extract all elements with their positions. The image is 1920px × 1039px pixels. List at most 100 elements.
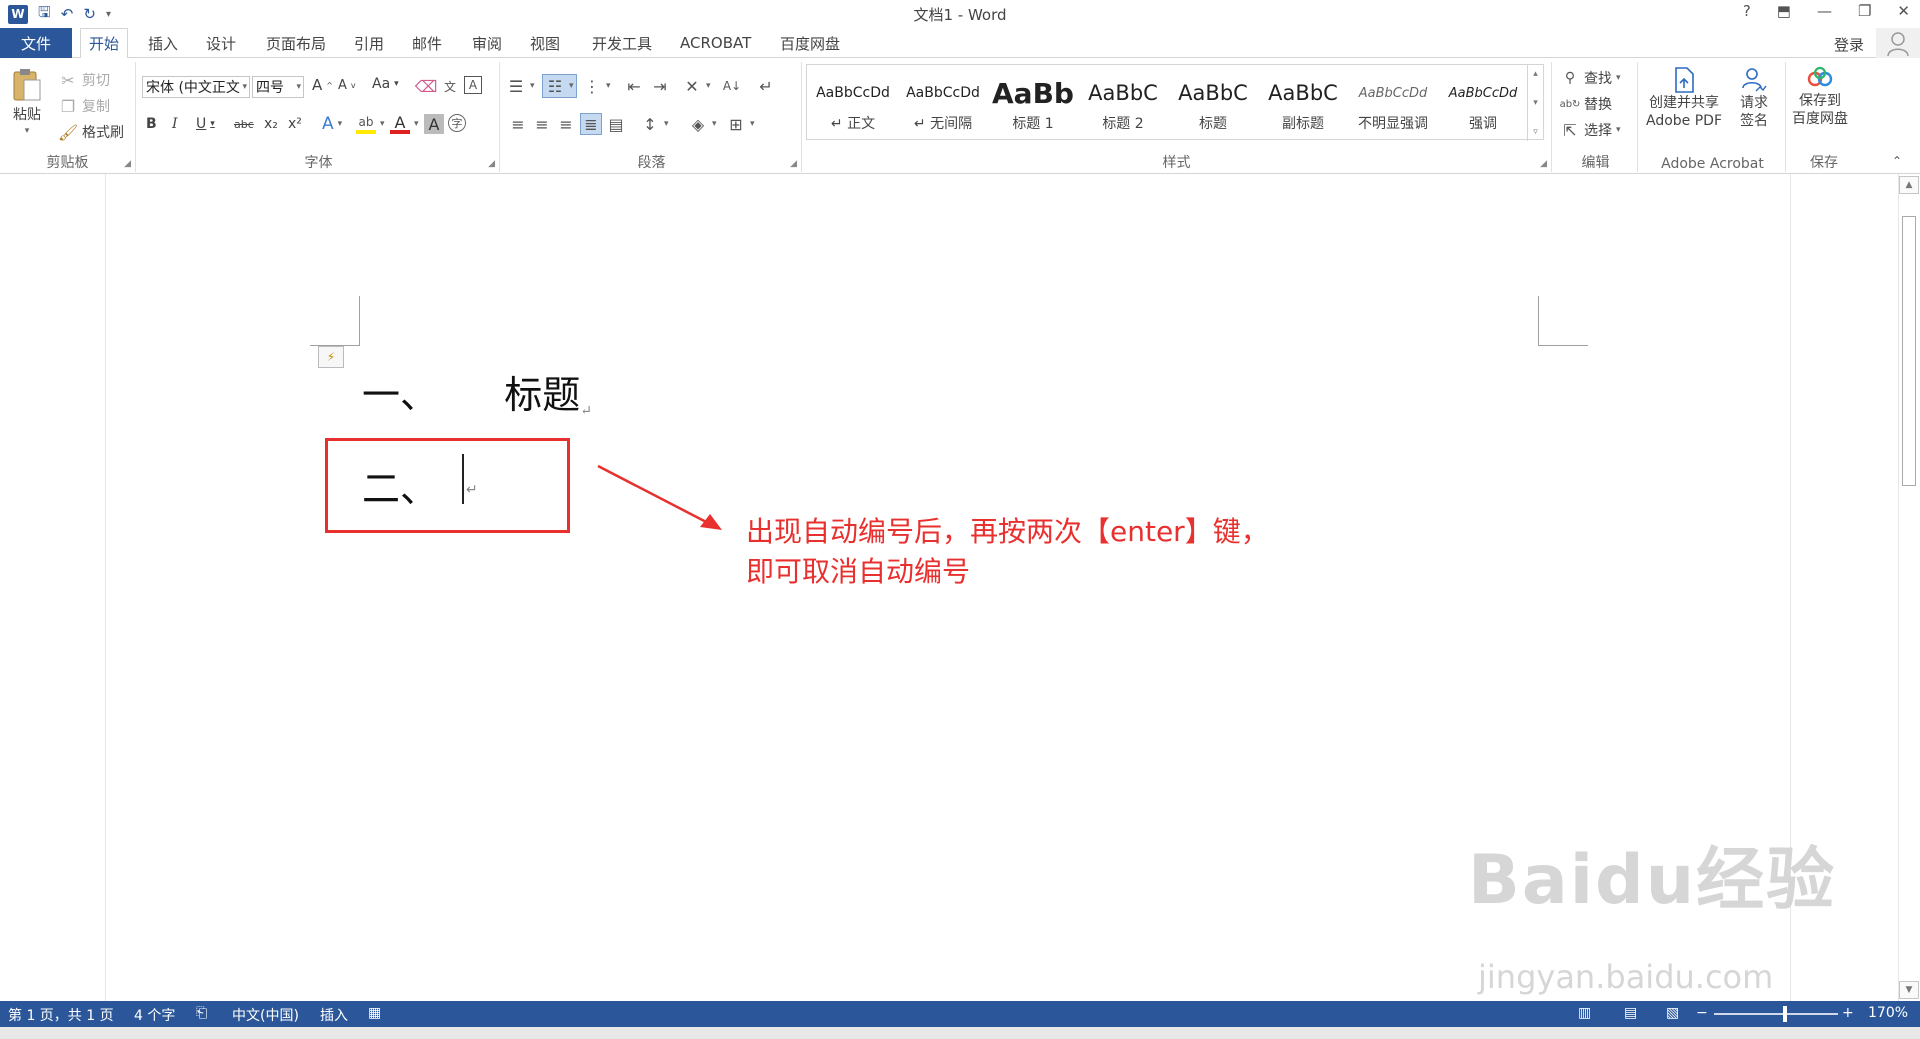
read-mode-icon[interactable]: ▥: [1578, 1005, 1591, 1021]
tab-references[interactable]: 引用: [346, 28, 392, 58]
tab-design[interactable]: 设计: [198, 28, 244, 58]
list-item-1[interactable]: 一、 标题↵: [362, 364, 592, 419]
decrease-indent-button[interactable]: ⇤: [624, 76, 644, 96]
numbering-button[interactable]: ☷ ▾: [542, 74, 577, 98]
help-button[interactable]: ?: [1743, 2, 1751, 20]
more-icon[interactable]: ▿: [1533, 127, 1538, 137]
zoom-slider-thumb[interactable]: [1783, 1006, 1787, 1022]
find-button[interactable]: ⚲ 查找 ▾: [1560, 68, 1621, 88]
style-title[interactable]: AaBbC 标题: [1169, 67, 1257, 137]
paste-button[interactable]: 粘贴 ▾: [10, 68, 44, 136]
align-left-button[interactable]: ≡: [508, 114, 528, 134]
page-count[interactable]: 第 1 页，共 1 页: [8, 1005, 114, 1025]
style-heading-2[interactable]: AaBbC 标题 2: [1079, 67, 1167, 137]
align-center-button[interactable]: ≡: [532, 114, 552, 134]
tab-page-layout[interactable]: 页面布局: [258, 28, 334, 58]
style-subtle-emphasis[interactable]: AaBbCcDd 不明显强调: [1349, 67, 1437, 137]
bold-button[interactable]: B: [146, 116, 157, 132]
subscript-button[interactable]: x₂: [264, 116, 278, 132]
insert-mode-indicator[interactable]: 插入: [320, 1005, 348, 1025]
close-button[interactable]: ✕: [1897, 2, 1910, 20]
text-effects-button[interactable]: A ▾: [322, 114, 342, 134]
tab-acrobat[interactable]: ACROBAT: [672, 28, 759, 58]
tab-baidu-netdisk[interactable]: 百度网盘: [772, 28, 848, 58]
character-shading-button[interactable]: A: [424, 114, 444, 134]
change-case-button[interactable]: Aa ▾: [372, 76, 399, 92]
borders-button[interactable]: ⊞ ▾: [726, 114, 754, 134]
phonetic-guide-button[interactable]: 文: [440, 76, 460, 96]
minimize-button[interactable]: —: [1817, 2, 1832, 20]
font-launcher-icon[interactable]: ◢: [488, 159, 495, 169]
style-normal[interactable]: AaBbCcDd ↵ 正文: [809, 67, 897, 137]
word-count[interactable]: 4 个字: [134, 1005, 175, 1025]
tab-insert[interactable]: 插入: [140, 28, 186, 58]
scroll-down-icon[interactable]: ▼: [1899, 981, 1919, 999]
bullets-button[interactable]: ☰ ▾: [506, 76, 535, 96]
multilevel-list-button[interactable]: ⋮ ▾: [582, 76, 611, 96]
copy-button[interactable]: ❐ 复制: [58, 96, 110, 116]
scroll-up-icon[interactable]: ▲: [1899, 176, 1919, 194]
clear-formatting-button[interactable]: ⌫: [415, 76, 438, 96]
scrollbar-thumb[interactable]: [1902, 216, 1916, 486]
zoom-level[interactable]: 170%: [1868, 1005, 1908, 1021]
font-color-button[interactable]: A ▾: [390, 113, 419, 134]
autocorrect-options-icon[interactable]: ⚡: [318, 346, 344, 368]
italic-button[interactable]: I: [172, 116, 178, 132]
tab-developer[interactable]: 开发工具: [584, 28, 660, 58]
proofing-icon[interactable]: ⎗: [196, 1005, 207, 1021]
align-right-button[interactable]: ≡: [556, 114, 576, 134]
ribbon-display-options-button[interactable]: ⬒: [1777, 2, 1791, 20]
language-indicator[interactable]: 中文(中国): [232, 1005, 299, 1025]
print-layout-icon[interactable]: ▤: [1624, 1005, 1637, 1021]
show-hide-marks-button[interactable]: ↵: [756, 76, 776, 96]
tab-mailings[interactable]: 邮件: [404, 28, 450, 58]
enclose-characters-button[interactable]: 字: [448, 114, 466, 132]
create-pdf-button[interactable]: 创建并共享 Adobe PDF: [1646, 66, 1722, 130]
save-icon[interactable]: 🖫: [38, 3, 51, 24]
line-spacing-button[interactable]: ↕ ▾: [640, 114, 668, 134]
zoom-slider[interactable]: [1714, 1013, 1838, 1015]
tab-review[interactable]: 审阅: [464, 28, 510, 58]
tab-file[interactable]: 文件: [0, 28, 72, 58]
paste-dropdown-icon[interactable]: ▾: [25, 126, 30, 136]
zoom-in-button[interactable]: +: [1842, 1005, 1854, 1021]
avatar[interactable]: [1876, 28, 1920, 58]
cut-button[interactable]: ✂ 剪切: [58, 70, 110, 90]
gallery-scrollbar[interactable]: ▴ ▾ ▿: [1527, 65, 1543, 141]
distributed-button[interactable]: ▤: [606, 114, 626, 134]
chevron-up-icon[interactable]: ▴: [1533, 69, 1538, 79]
chevron-down-icon[interactable]: ▾: [1533, 98, 1538, 108]
font-size-combo[interactable]: 四号 ▾: [252, 76, 304, 98]
restore-button[interactable]: ❐: [1858, 2, 1871, 20]
vertical-scrollbar[interactable]: ▲ ▼: [1898, 174, 1920, 1001]
replace-button[interactable]: ab↻ 替换: [1560, 94, 1612, 114]
chinese-layout-button[interactable]: ✕ ▾: [682, 76, 710, 96]
shrink-font-button[interactable]: Av: [338, 78, 356, 93]
highlight-button[interactable]: ab ▾: [356, 114, 385, 134]
macro-recording-icon[interactable]: ▦: [368, 1005, 381, 1021]
select-button[interactable]: ⇱ 选择 ▾: [1560, 120, 1620, 140]
style-subtitle[interactable]: AaBbC 副标题: [1259, 67, 1347, 137]
shading-button[interactable]: ◈ ▾: [688, 114, 717, 134]
redo-icon[interactable]: ↻: [83, 4, 96, 24]
increase-indent-button[interactable]: ⇥: [650, 76, 670, 96]
superscript-button[interactable]: x²: [288, 116, 302, 132]
grow-font-button[interactable]: A ^: [312, 76, 333, 94]
format-painter-button[interactable]: 🖌 格式刷: [58, 122, 124, 142]
web-layout-icon[interactable]: ▧: [1666, 1005, 1679, 1021]
style-heading-1[interactable]: AaBb 标题 1: [989, 67, 1077, 137]
zoom-out-button[interactable]: −: [1696, 1005, 1708, 1021]
customize-qat-icon[interactable]: ▾: [106, 4, 111, 24]
underline-button[interactable]: U ▾: [196, 116, 215, 132]
paragraph-launcher-icon[interactable]: ◢: [790, 159, 797, 169]
request-signature-button[interactable]: 请求 签名: [1740, 66, 1768, 130]
sign-in-link[interactable]: 登录: [1834, 34, 1864, 55]
justify-button[interactable]: ≣: [580, 113, 602, 135]
font-name-combo[interactable]: 宋体 (中文正文 ▾: [142, 76, 250, 98]
strikethrough-button[interactable]: abc: [234, 118, 254, 131]
clipboard-launcher-icon[interactable]: ◢: [124, 159, 131, 169]
styles-launcher-icon[interactable]: ◢: [1540, 159, 1547, 169]
character-border-button[interactable]: A: [464, 76, 482, 94]
collapse-ribbon-icon[interactable]: ⌃: [1892, 154, 1902, 168]
sort-button[interactable]: A↓: [722, 76, 742, 96]
